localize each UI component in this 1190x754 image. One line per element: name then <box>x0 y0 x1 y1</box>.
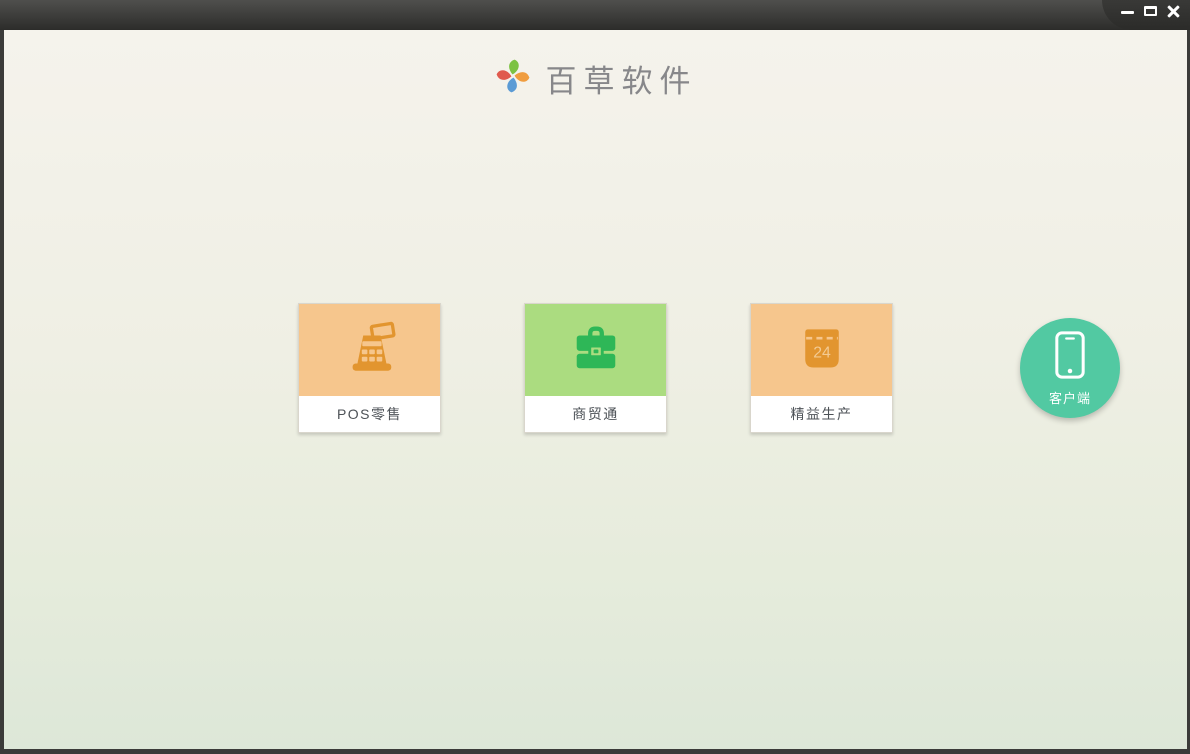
window-controls <box>1102 0 1190 30</box>
lean-card-tile: 24 <box>751 304 892 396</box>
close-icon <box>1167 6 1180 17</box>
app-window: 百草软件 POS零售 商贸通 24 精益生产 客户端 <box>0 0 1190 754</box>
calendar-day-number: 24 <box>813 344 831 361</box>
minimize-icon <box>1120 10 1134 14</box>
trade-card-label: 商贸通 <box>525 396 666 432</box>
brand-header: 百草软件 <box>4 30 1187 101</box>
pinwheel-icon <box>494 57 532 100</box>
cash-register-icon <box>341 320 399 381</box>
lean-card-label: 精益生产 <box>751 396 892 432</box>
product-card-pos[interactable]: POS零售 <box>298 303 441 433</box>
briefcase-icon <box>567 321 625 380</box>
maximize-button[interactable] <box>1143 5 1157 17</box>
maximize-icon <box>1143 6 1157 16</box>
calendar-icon: 24 <box>794 321 850 380</box>
client-button-label: 客户端 <box>1048 390 1091 406</box>
app-title: 百草软件 <box>545 64 698 100</box>
close-button[interactable] <box>1166 5 1180 17</box>
smartphone-icon <box>1054 330 1086 385</box>
minimize-button[interactable] <box>1120 5 1134 17</box>
product-card-lean[interactable]: 24 精益生产 <box>750 303 893 433</box>
titlebar[interactable] <box>0 0 1190 30</box>
client-button[interactable]: 客户端 <box>1020 318 1120 418</box>
pos-card-tile <box>299 304 440 396</box>
pos-card-label: POS零售 <box>299 396 440 432</box>
product-card-trade[interactable]: 商贸通 <box>524 303 667 433</box>
trade-card-tile <box>525 304 666 396</box>
main-content: 百草软件 POS零售 商贸通 24 精益生产 客户端 <box>4 30 1187 749</box>
